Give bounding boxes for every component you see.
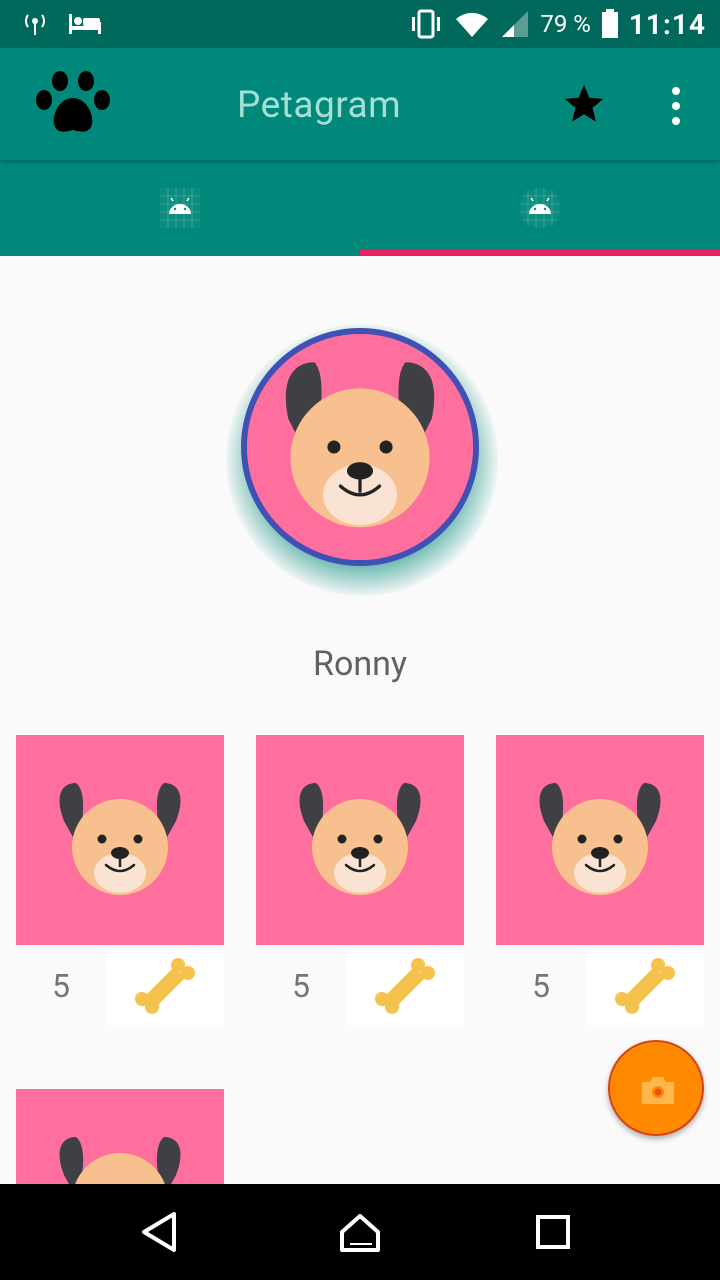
signal-icon	[502, 11, 529, 37]
profile-name: Ronny	[313, 644, 407, 684]
app-bar: Petagram	[0, 48, 720, 160]
sleep-mode-icon	[69, 14, 101, 34]
tab-bar	[0, 160, 720, 256]
bone-icon	[375, 958, 435, 1014]
photo-info: 5	[16, 945, 224, 1025]
app-title: Petagram	[237, 84, 402, 127]
android-icon	[520, 188, 560, 228]
back-icon[interactable]	[136, 1210, 184, 1254]
tab-indicator	[360, 250, 720, 256]
like-button[interactable]	[106, 949, 224, 1025]
pet-photo	[496, 735, 704, 945]
like-count: 5	[532, 967, 550, 1005]
like-button[interactable]	[586, 949, 704, 1025]
photo-card[interactable]: 5	[496, 735, 704, 1025]
camera-icon	[642, 1077, 674, 1104]
like-button[interactable]	[346, 949, 464, 1025]
star-icon[interactable]	[562, 82, 606, 126]
photo-info: 5	[256, 945, 464, 1025]
tab-recent[interactable]	[0, 160, 360, 256]
screen: 79 % 11:14 Petagram Ronny 5 5 5	[0, 0, 720, 1280]
recents-icon[interactable]	[528, 1210, 576, 1254]
like-count: 5	[52, 967, 70, 1005]
camera-fab[interactable]	[608, 1040, 704, 1136]
system-nav-bar	[0, 1184, 720, 1280]
battery-icon	[601, 9, 618, 38]
avatar	[241, 328, 479, 566]
photo-card[interactable]: 5	[16, 735, 224, 1025]
pet-photo	[256, 735, 464, 945]
hotspot-icon	[25, 14, 45, 35]
status-bar: 79 % 11:14	[0, 0, 720, 48]
home-icon[interactable]	[336, 1210, 384, 1254]
android-icon	[160, 188, 200, 228]
like-count: 5	[292, 967, 310, 1005]
bone-icon	[135, 958, 195, 1014]
clock: 11:14	[628, 7, 706, 41]
dog-face-icon	[496, 735, 704, 945]
more-options-icon[interactable]	[664, 86, 688, 126]
battery-percent: 79 %	[540, 10, 591, 38]
dog-face-icon	[256, 735, 464, 945]
paw-logo-icon	[36, 71, 110, 132]
photo-info: 5	[496, 945, 704, 1025]
photo-card[interactable]: 5	[256, 735, 464, 1025]
tab-profile[interactable]	[360, 160, 720, 256]
dog-face-icon	[16, 735, 224, 945]
pet-photo	[16, 735, 224, 945]
bone-icon	[615, 958, 675, 1014]
vibrate-icon	[412, 9, 441, 39]
dog-face-icon	[247, 334, 473, 560]
wifi-icon	[456, 12, 489, 37]
